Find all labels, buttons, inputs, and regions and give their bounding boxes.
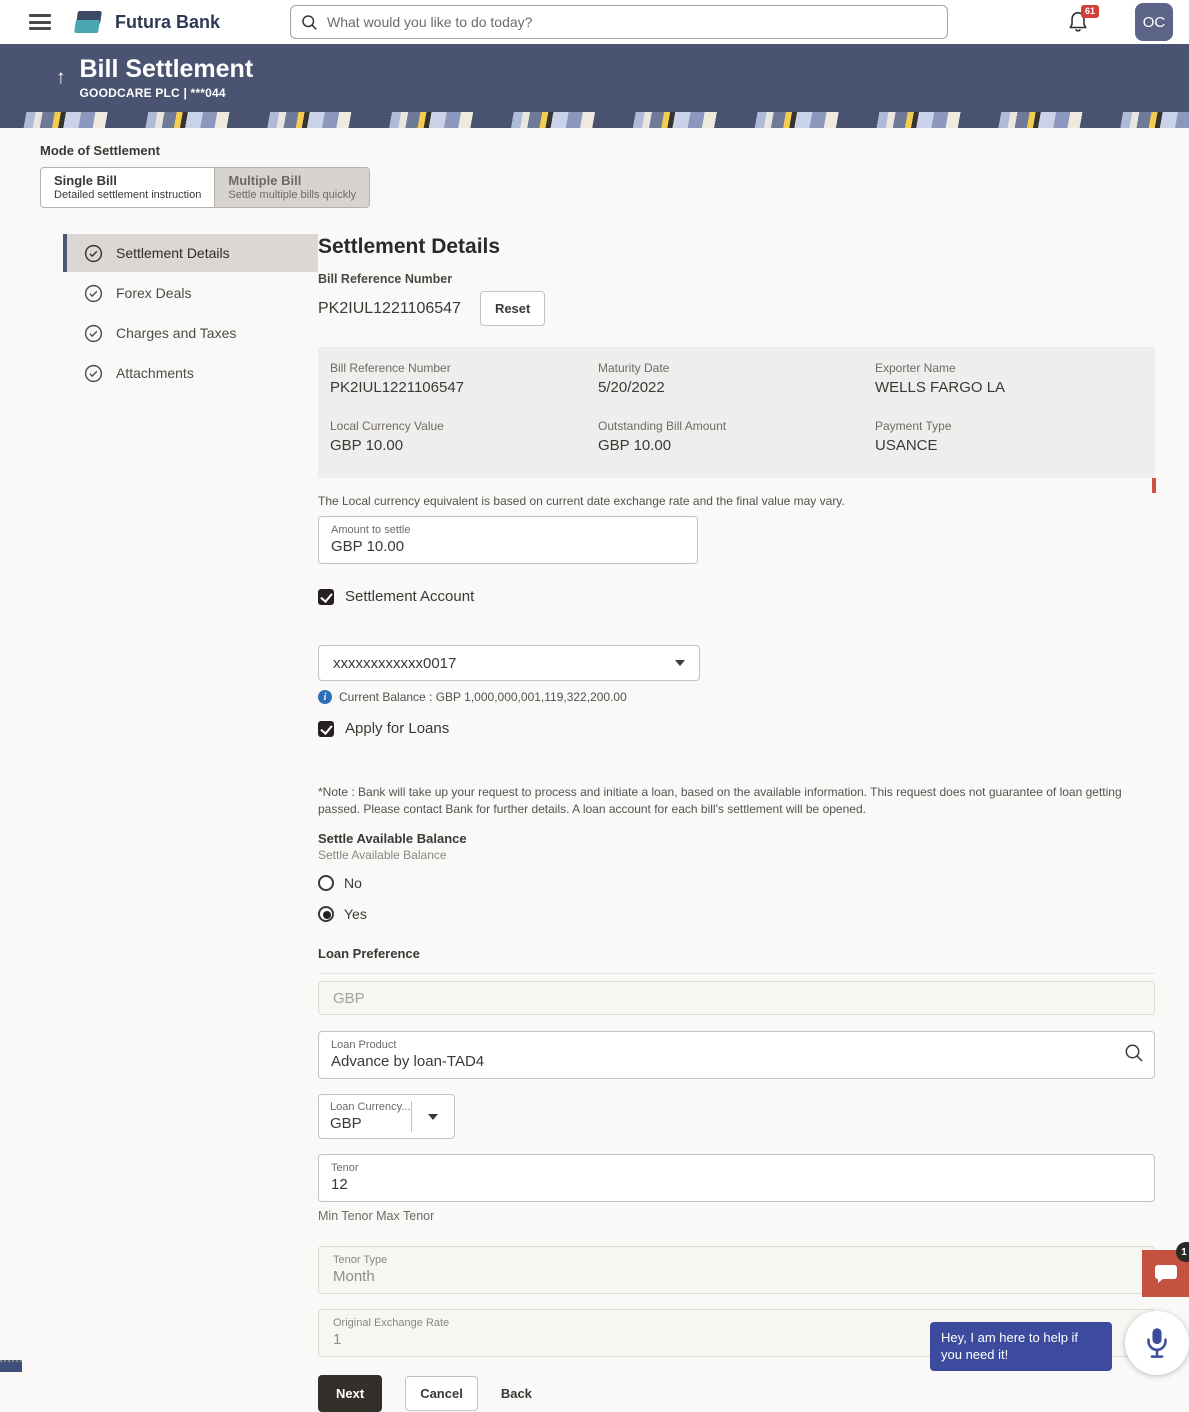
apply-for-loans-checkbox-row[interactable]: Apply for Loans (318, 720, 1155, 737)
radio-no-row[interactable]: No (318, 875, 1155, 891)
tenor-field[interactable]: Tenor 12 (318, 1154, 1155, 1202)
checkbox-checked-icon[interactable] (318, 721, 334, 737)
summary-cell: Local Currency ValueGBP 10.00 (330, 419, 598, 454)
notifications-button[interactable]: 61 (1067, 10, 1093, 36)
bill-reference-label: Bill Reference Number (318, 272, 1155, 286)
hamburger-menu-icon[interactable] (29, 14, 51, 30)
avatar[interactable]: OC (1135, 3, 1173, 41)
chat-bubble-icon (1155, 1265, 1177, 1279)
check-circle-icon (84, 284, 103, 303)
page-header: ↑ Bill Settlement GOODCARE PLC | ***044 (0, 44, 1189, 112)
settle-available-balance-label: Settle Available Balance (318, 831, 1155, 846)
mode-tabs: Single Bill Detailed settlement instruct… (40, 167, 370, 208)
text-cursor-artifact (1152, 478, 1156, 493)
summary-cell: Outstanding Bill AmountGBP 10.00 (598, 419, 875, 454)
notification-count-badge: 61 (1081, 5, 1099, 18)
loan-product-field[interactable]: Loan Product Advance by loan-TAD4 (318, 1031, 1155, 1079)
cancel-button[interactable]: Cancel (405, 1376, 478, 1411)
radio-selected-icon[interactable] (318, 906, 334, 922)
page-subtitle: GOODCARE PLC | ***044 (80, 86, 254, 100)
tab-single-bill[interactable]: Single Bill Detailed settlement instruct… (41, 168, 214, 207)
settlement-account-select[interactable]: xxxxxxxxxxxx0017 (318, 645, 700, 681)
global-search[interactable] (290, 5, 948, 39)
chat-unread-badge: 1 (1176, 1242, 1189, 1262)
amount-to-settle-field[interactable]: Amount to settle GBP 10.00 (318, 516, 698, 564)
top-app-bar: Futura Bank 61 OC (0, 0, 1189, 44)
step-attachments[interactable]: Attachments (63, 354, 318, 392)
chevron-down-icon[interactable] (412, 1095, 454, 1138)
brand-name: Futura Bank (115, 12, 220, 33)
check-circle-icon (84, 324, 103, 343)
summary-cell: Maturity Date5/20/2022 (598, 361, 875, 396)
bill-reference-value: PK2IUL1221106547 (318, 300, 461, 318)
bill-summary-panel: Bill Reference NumberPK2IUL1221106547 Ma… (318, 347, 1155, 478)
current-balance-row: i Current Balance : GBP 1,000,000,001,11… (318, 690, 1155, 704)
next-button[interactable]: Next (318, 1375, 382, 1412)
check-circle-icon (84, 364, 103, 383)
tenor-helper-text: Min Tenor Max Tenor (318, 1209, 1155, 1223)
info-icon: i (318, 690, 332, 704)
loan-amount-currency-field: GBP (318, 981, 1155, 1015)
microphone-icon (1143, 1326, 1171, 1360)
summary-cell: Exporter NameWELLS FARGO LA (875, 361, 1143, 396)
voice-assistant-button[interactable] (1125, 1311, 1189, 1375)
chat-launcher-button[interactable]: 1 (1142, 1250, 1189, 1297)
reset-button[interactable]: Reset (480, 291, 545, 326)
check-circle-icon (84, 244, 103, 263)
step-forex-deals[interactable]: Forex Deals (63, 274, 318, 312)
loan-currency-select[interactable]: Loan Currency... GBP (318, 1094, 455, 1139)
back-button[interactable]: Back (501, 1386, 532, 1401)
step-settlement-details[interactable]: Settlement Details (63, 234, 318, 272)
search-icon (301, 14, 318, 31)
step-navigation: Settlement Details Forex Deals Charges a… (40, 234, 318, 1412)
corner-ui-artifact (0, 1360, 22, 1372)
scroll-up-arrow-icon[interactable]: ↑ (56, 67, 66, 89)
radio-yes-row[interactable]: Yes (318, 906, 1155, 922)
settle-available-balance-sublabel: Settle Available Balance (318, 848, 1155, 862)
step-charges-and-taxes[interactable]: Charges and Taxes (63, 314, 318, 352)
tab-multiple-bill[interactable]: Multiple Bill Settle multiple bills quic… (214, 168, 369, 207)
exchange-rate-note: The Local currency equivalent is based o… (318, 494, 1155, 508)
page-title: Bill Settlement (80, 56, 254, 84)
section-heading: Settlement Details (318, 234, 1155, 260)
loan-disclaimer-note: *Note : Bank will take up your request t… (318, 784, 1155, 818)
settlement-account-checkbox-row[interactable]: Settlement Account (318, 588, 1155, 605)
current-balance-text: Current Balance : GBP 1,000,000,001,119,… (339, 690, 627, 704)
search-input[interactable] (327, 14, 937, 30)
chevron-down-icon (675, 660, 685, 666)
radio-unselected-icon[interactable] (318, 875, 334, 891)
assistant-tooltip: Hey, I am here to help if you need it! (930, 1322, 1112, 1371)
loan-preference-label: Loan Preference (318, 946, 1155, 974)
lookup-search-icon[interactable] (1124, 1043, 1144, 1068)
decorative-banner (0, 112, 1189, 128)
futura-bank-logo (75, 9, 105, 35)
summary-cell: Bill Reference NumberPK2IUL1221106547 (330, 361, 598, 396)
summary-cell: Payment TypeUSANCE (875, 419, 1143, 454)
mode-of-settlement-label: Mode of Settlement (40, 143, 1189, 158)
tenor-type-field: Tenor Type Month (318, 1246, 1155, 1294)
checkbox-checked-icon[interactable] (318, 589, 334, 605)
